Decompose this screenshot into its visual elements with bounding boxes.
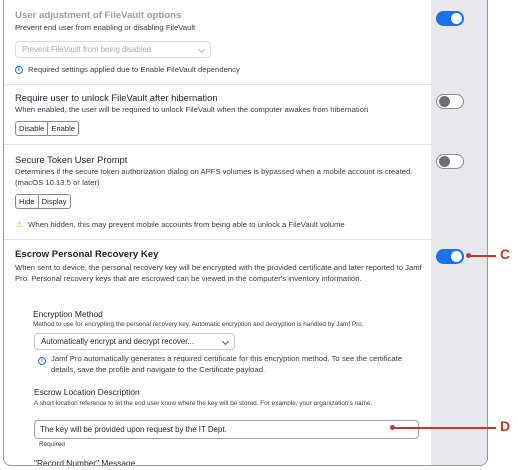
section-divider [4,84,433,85]
toggle-knob [451,13,462,24]
secure-token-description: Determines if the secure token authoriza… [15,167,413,187]
filevault-adjust-select[interactable]: Prevent FileVault from being disabled [15,41,211,58]
secure-token-warning-text: When hidden, this may prevent mobile acc… [28,220,345,229]
secure-token-hide-button[interactable]: Hide [16,195,38,208]
filevault-adjust-note-text: Required settings applied due to Enable … [28,65,240,74]
encryption-method-note-text: Jamf Pro automatically generates a requi… [51,354,403,374]
toggle-rail [431,0,487,465]
secure-token-toggle[interactable] [436,154,464,169]
filevault-adjust-select-value: Prevent FileVault from being disabled [22,45,152,54]
encryption-method-group: Encryption Method Method to use for encr… [33,309,413,329]
chevron-down-icon [221,337,230,346]
escrow-location-input[interactable]: The key will be provided upon request by… [34,420,419,439]
chevron-down-icon [197,45,206,54]
secure-token-segmented: Hide Display [15,194,71,209]
unlock-hibernation-toggle[interactable] [436,94,464,109]
unlock-hibernation-disable-button[interactable]: Disable [16,122,47,135]
toggle-knob [451,251,462,262]
encryption-method-help: Method to use for encrypting the persona… [33,321,364,328]
callout-d-line [392,427,496,429]
warning-icon: ⚠ [16,219,24,229]
unlock-hibernation-segmented: Disable Enable [15,121,79,136]
escrow-section: Escrow Personal Recovery Key When sent t… [15,249,429,284]
filevault-adjust-toggle[interactable] [436,11,464,26]
escrow-title: Escrow Personal Recovery Key [15,249,159,260]
unlock-hibernation-enable-button[interactable]: Enable [47,122,78,135]
info-icon: i [15,65,23,74]
escrow-location-group: Escrow Location Description A short loca… [34,387,414,408]
filevault-adjust-description: Prevent end user from enabling or disabl… [15,23,196,32]
toggle-knob [439,156,450,167]
unlock-hibernation-title: Require user to unlock FileVault after h… [15,92,218,103]
record-number-label: "Record Number" Message [34,458,136,466]
filevault-adjust-title: User adjustment of FileVault options [15,10,182,21]
secure-token-section: Secure Token User Prompt Determines if t… [15,154,439,188]
callout-d-dot [390,425,395,430]
section-divider [4,239,433,240]
secure-token-display-button[interactable]: Display [37,195,70,208]
filevault-adjust-section: User adjustment of FileVault options Pre… [15,10,444,33]
secure-token-title: Secure Token User Prompt [15,154,128,165]
escrow-description: When sent to device, the personal recove… [15,263,422,283]
callout-d-label: D [500,418,511,434]
settings-panel: User adjustment of FileVault options Pre… [3,0,488,466]
escrow-location-help: A short location reference to let the en… [34,400,373,407]
encryption-method-select-value: Automatically encrypt and decrypt recove… [41,337,195,346]
escrow-location-required: Required [39,441,65,448]
encryption-method-note: i Jamf Pro automatically generates a req… [38,353,422,375]
unlock-hibernation-description: When enabled, the user will be required … [15,105,369,114]
callout-c-dot [466,253,471,258]
escrow-toggle[interactable] [436,249,464,264]
callout-c-line [469,255,496,257]
encryption-method-select[interactable]: Automatically encrypt and decrypt recove… [34,333,235,350]
toggle-knob [439,96,450,107]
escrow-location-label: Escrow Location Description [34,387,140,397]
filevault-adjust-note: i Required settings applied due to Enabl… [15,64,240,75]
section-divider [4,144,433,145]
info-icon: i [38,357,46,365]
encryption-method-label: Encryption Method [33,309,103,319]
secure-token-warning: ⚠ When hidden, this may prevent mobile a… [16,219,345,230]
callout-c-label: C [500,246,511,262]
unlock-hibernation-section: Require user to unlock FileVault after h… [15,92,444,115]
escrow-location-input-value: The key will be provided upon request by… [40,425,227,434]
